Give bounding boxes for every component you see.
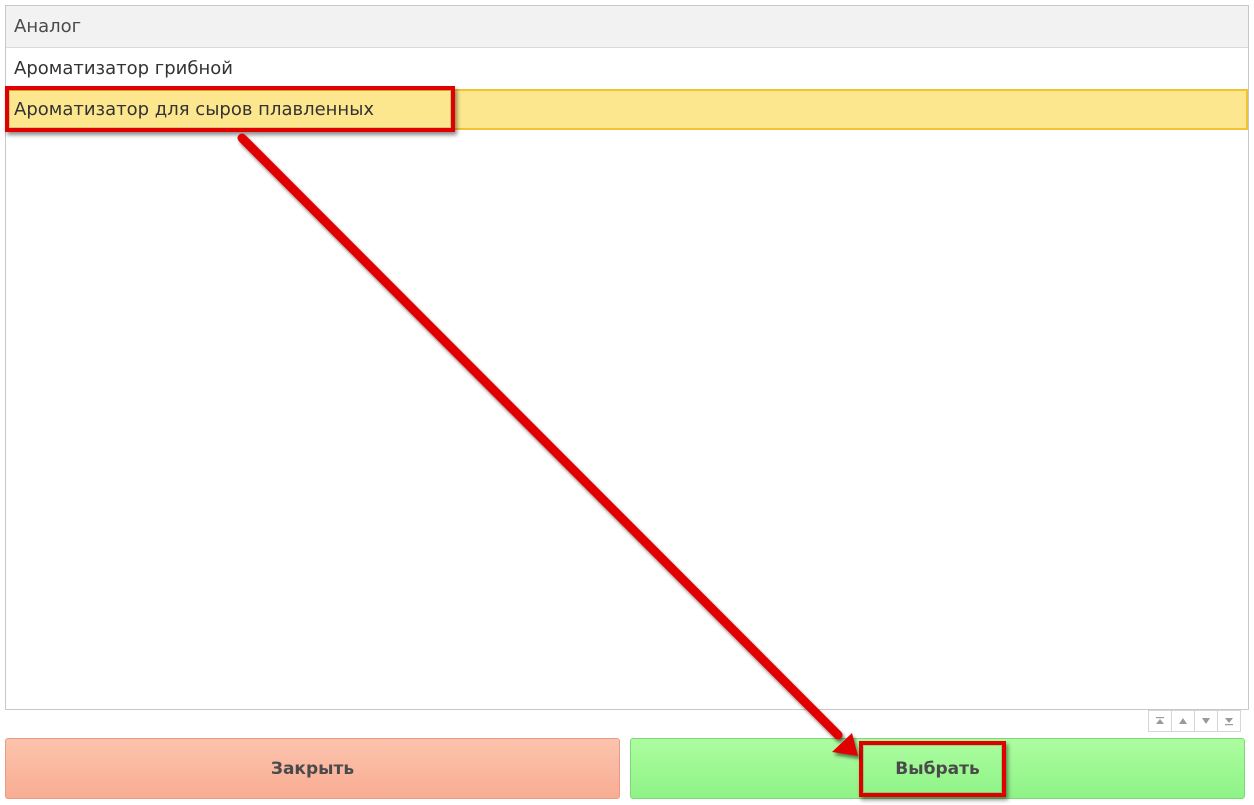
select-button-label: Выбрать xyxy=(895,758,980,779)
select-button[interactable]: Выбрать xyxy=(630,738,1245,799)
row-label: Ароматизатор грибной xyxy=(14,58,233,79)
close-button-label: Закрыть xyxy=(270,758,355,779)
column-header-analog[interactable]: Аналог xyxy=(6,6,1248,48)
close-button[interactable]: Закрыть xyxy=(5,738,620,799)
prev-page-icon[interactable] xyxy=(1171,710,1195,732)
first-page-icon[interactable] xyxy=(1148,710,1172,732)
selection-dialog: Аналог Ароматизатор грибной Ароматизатор… xyxy=(0,0,1254,805)
pager xyxy=(1148,710,1244,732)
row-label: Ароматизатор для сыров плавленных xyxy=(14,99,375,120)
table-row[interactable]: Ароматизатор грибной xyxy=(6,48,1248,89)
last-page-icon[interactable] xyxy=(1217,710,1241,732)
table-row-selected[interactable]: Ароматизатор для сыров плавленных xyxy=(6,89,1248,130)
next-page-icon[interactable] xyxy=(1194,710,1218,732)
analog-table: Аналог Ароматизатор грибной Ароматизатор… xyxy=(5,5,1249,710)
